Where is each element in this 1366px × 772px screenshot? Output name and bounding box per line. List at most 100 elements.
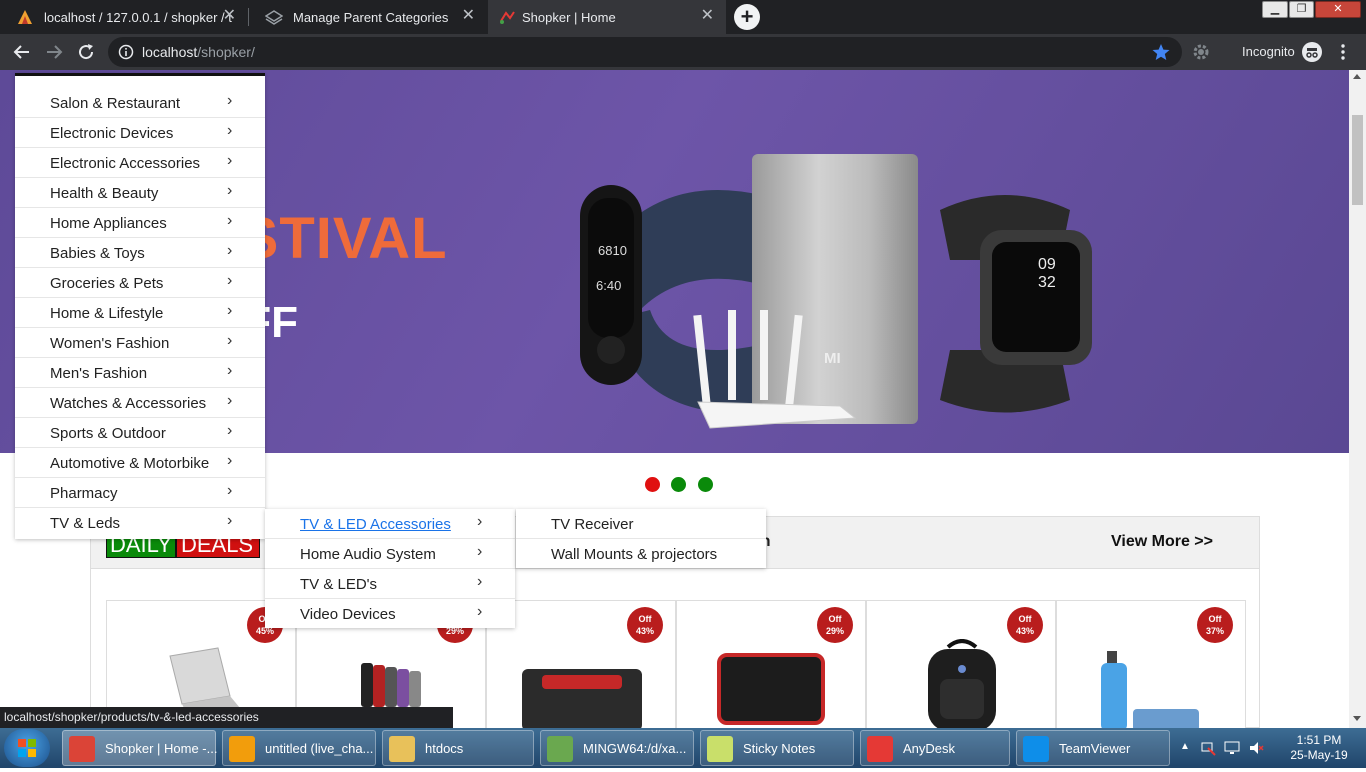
chevron-right-icon: › <box>227 92 233 109</box>
page-scrollbar[interactable] <box>1349 70 1366 728</box>
category-item[interactable]: Home & Lifestyle › <box>15 298 265 328</box>
carousel-dot-2[interactable] <box>671 477 686 492</box>
layers-icon <box>264 9 284 25</box>
taskbar-label: TeamViewer <box>1059 741 1131 756</box>
volume-muted-icon[interactable] <box>1248 740 1264 761</box>
category-item[interactable]: Home Appliances › <box>15 208 265 238</box>
category-label: Home Appliances <box>50 215 167 232</box>
incognito-label: Incognito <box>1242 44 1295 59</box>
submenu-item-wall-mounts[interactable]: Wall Mounts & projectors <box>516 539 766 569</box>
category-label: Electronic Devices <box>50 125 174 142</box>
discount-badge: Off 43% <box>627 607 663 643</box>
bookmark-star-icon[interactable] <box>1152 43 1170 66</box>
windows-logo-icon <box>18 739 36 757</box>
category-item[interactable]: Groceries & Pets › <box>15 268 265 298</box>
taskbar-label: htdocs <box>425 741 464 756</box>
product-card[interactable]: Off 43% <box>866 600 1056 728</box>
scroll-thumb[interactable] <box>1352 115 1363 205</box>
chevron-right-icon: › <box>227 332 233 349</box>
category-item[interactable]: Watches & Accessories › <box>15 388 265 418</box>
maximize-button[interactable]: ❐ <box>1289 1 1314 18</box>
chrome-icon <box>69 736 95 762</box>
windows-taskbar: Shopker | Home -... untitled (live_cha..… <box>0 728 1366 768</box>
taskbar-item-git-bash[interactable]: MINGW64:/d/xa... <box>540 730 694 766</box>
submenu-item[interactable]: TV & LED's › <box>265 569 515 599</box>
band-steps-text: 6810 <box>598 243 627 258</box>
neoprene-sleeve-product-image <box>717 653 825 725</box>
clock-time: 1:51 PM <box>1296 733 1342 747</box>
close-tab-icon[interactable]: ✕ <box>462 8 475 24</box>
display-icon[interactable] <box>1224 740 1240 761</box>
info-icon[interactable] <box>118 44 134 65</box>
scroll-down-arrow-icon[interactable] <box>1353 716 1361 721</box>
product-card[interactable]: Off 37% <box>1056 600 1246 728</box>
category-label: Babies & Toys <box>50 245 145 262</box>
menu-kebab-icon[interactable] <box>1338 43 1348 66</box>
extension-gear-icon[interactable] <box>1192 43 1210 66</box>
tray-clock[interactable]: 1:51 PM 25-May-19 <box>1284 733 1354 763</box>
taskbar-item-sublime[interactable]: untitled (live_cha... <box>222 730 376 766</box>
category-item[interactable]: Women's Fashion › <box>15 328 265 358</box>
minimize-button[interactable]: ▁ <box>1262 1 1288 18</box>
category-label: Men's Fashion <box>50 365 148 382</box>
category-item[interactable]: Pharmacy › <box>15 478 265 508</box>
chevron-right-icon: › <box>227 182 233 199</box>
category-item-tv-leds[interactable]: TV & Leds › <box>15 508 265 538</box>
view-more-link[interactable]: View More >> <box>1111 533 1213 551</box>
carousel-dot-1[interactable] <box>645 477 660 492</box>
category-label: Automotive & Motorbike <box>50 455 210 472</box>
network-icon[interactable] <box>1200 740 1216 761</box>
router-image <box>690 310 860 435</box>
close-window-button[interactable]: ✕ <box>1315 1 1361 18</box>
new-tab-button[interactable]: + <box>734 4 760 30</box>
close-tab-icon[interactable]: ✕ <box>701 8 714 24</box>
category-item[interactable]: Salon & Restaurant › <box>15 88 265 118</box>
product-card[interactable]: Off 29% <box>676 600 866 728</box>
taskbar-item-htdocs[interactable]: htdocs <box>382 730 534 766</box>
address-bar[interactable]: localhost/shopker/ <box>108 37 1182 67</box>
category-item[interactable]: Automotive & Motorbike › <box>15 448 265 478</box>
scroll-up-arrow-icon[interactable] <box>1353 74 1361 79</box>
tab-shopker-home[interactable]: Shopker | Home ✕ <box>488 0 726 34</box>
taskbar-label: MINGW64:/d/xa... <box>583 741 687 756</box>
category-label: Health & Beauty <box>50 185 159 202</box>
forward-button[interactable] <box>42 40 66 64</box>
category-item[interactable]: Health & Beauty › <box>15 178 265 208</box>
back-arrow-icon <box>13 45 29 59</box>
url-text[interactable]: localhost/shopker/ <box>142 44 255 60</box>
submenu-item[interactable]: Video Devices › <box>265 599 515 629</box>
start-button[interactable] <box>4 729 50 767</box>
category-item[interactable]: Sports & Outdoor › <box>15 418 265 448</box>
reload-button[interactable] <box>74 40 98 64</box>
carousel-dot-3[interactable] <box>698 477 713 492</box>
back-button[interactable] <box>10 40 34 64</box>
category-item[interactable]: Men's Fashion › <box>15 358 265 388</box>
category-label: Sports & Outdoor <box>50 425 166 442</box>
badge-value: 43% <box>1015 626 1034 636</box>
taskbar-item-chrome[interactable]: Shopker | Home -... <box>62 730 217 766</box>
submenu-item-tv-led-accessories[interactable]: TV & LED Accessories › <box>265 509 515 539</box>
submenu-label: TV Receiver <box>551 516 634 533</box>
tray-expand-icon[interactable]: ▲ <box>1180 741 1190 752</box>
category-item[interactable]: Babies & Toys › <box>15 238 265 268</box>
category-label: Women's Fashion <box>50 335 170 352</box>
tv-led-accessories-submenu: TV Receiver Wall Mounts & projectors <box>516 509 766 568</box>
submenu-item-tv-receiver[interactable]: TV Receiver <box>516 509 766 539</box>
chevron-right-icon: › <box>227 452 233 469</box>
category-item[interactable]: Electronic Devices › <box>15 118 265 148</box>
submenu-label: Video Devices <box>300 606 396 623</box>
submenu-item[interactable]: Home Audio System › <box>265 539 515 569</box>
taskbar-item-teamviewer[interactable]: TeamViewer <box>1016 730 1170 766</box>
incognito-icon[interactable] <box>1302 42 1322 67</box>
chevron-right-icon: › <box>227 482 233 499</box>
tab-title: Manage Parent Categories <box>293 9 449 25</box>
close-tab-icon[interactable]: ✕ <box>223 8 236 24</box>
folder-icon <box>389 736 415 762</box>
category-item[interactable]: Electronic Accessories › <box>15 148 265 178</box>
taskbar-item-anydesk[interactable]: AnyDesk <box>860 730 1010 766</box>
tab-phpmyadmin[interactable]: localhost / 127.0.0.1 / shopker / t ✕ <box>0 0 248 34</box>
category-label: Electronic Accessories <box>50 155 201 172</box>
tab-manage-parent-categories[interactable]: Manage Parent Categories ✕ <box>249 0 487 34</box>
discount-badge: Off 43% <box>1007 607 1043 643</box>
taskbar-item-sticky-notes[interactable]: Sticky Notes <box>700 730 854 766</box>
